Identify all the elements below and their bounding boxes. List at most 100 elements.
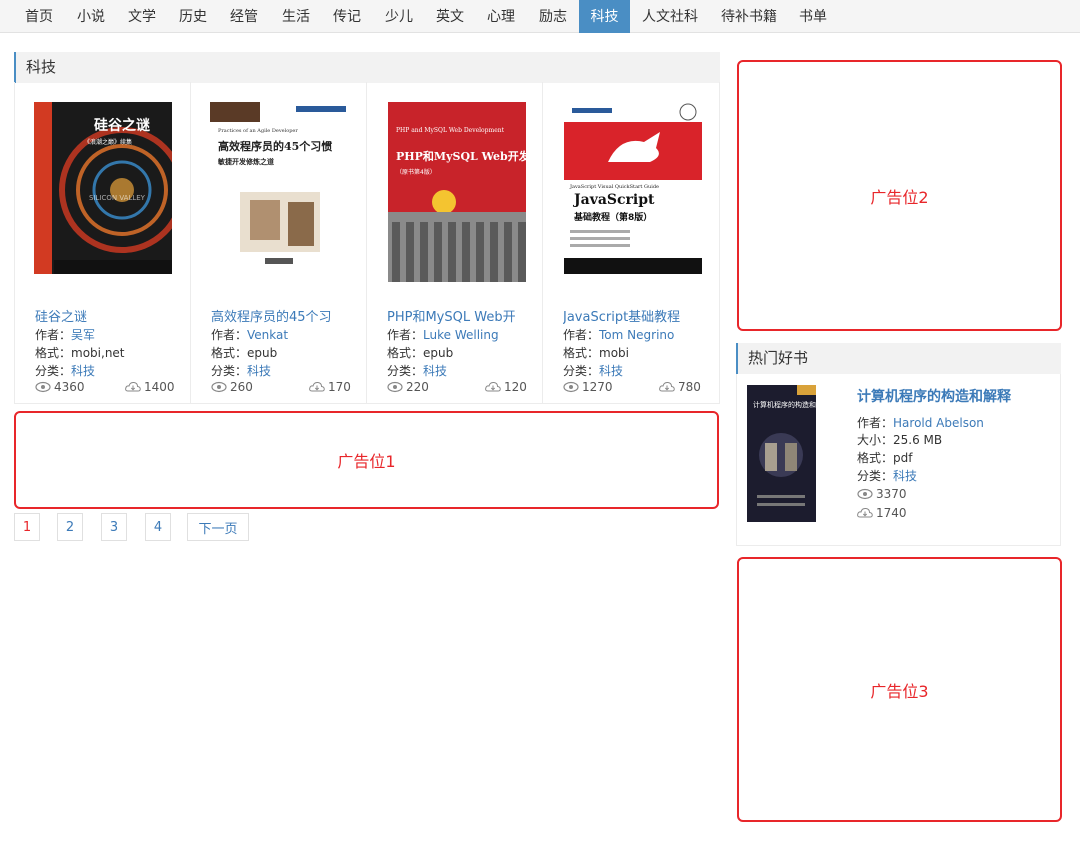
nav-item-booklists[interactable]: 书单 xyxy=(788,0,838,33)
author-label: 作者： xyxy=(35,328,72,342)
nav-item-history[interactable]: 历史 xyxy=(168,0,218,33)
book-title-link[interactable]: PHP和MySQL Web开 xyxy=(387,306,535,325)
nav-item-children[interactable]: 少儿 xyxy=(374,0,424,33)
eye-icon xyxy=(563,381,579,393)
eye-icon xyxy=(35,381,51,393)
nav-item-life[interactable]: 生活 xyxy=(271,0,321,33)
format-value: epub xyxy=(423,346,454,360)
hot-book-card: 计算机程序的构造和解释 计算机程序的构造和解释 作者：Harold Abelso… xyxy=(736,374,1061,546)
book-cover[interactable]: 硅谷之谜 《浪潮之巅》续集 SILICON VALLEY xyxy=(34,102,172,274)
views-count: 3370 xyxy=(857,487,907,501)
category-link[interactable]: 科技 xyxy=(247,364,271,378)
author-link[interactable]: Venkat xyxy=(247,328,288,342)
cover-extra: PHP and MySQL Web Development xyxy=(396,127,505,134)
category-link[interactable]: 科技 xyxy=(893,469,917,483)
author-label: 作者： xyxy=(857,416,894,430)
cloud-download-icon xyxy=(309,381,325,392)
cover-subtitle: 《浪潮之巅》续集 xyxy=(84,138,132,146)
author-link[interactable]: 吴军 xyxy=(71,328,95,342)
book-cover[interactable]: Practices of an Agile Developer 高效程序员的45… xyxy=(210,102,348,274)
nav-item-english[interactable]: 英文 xyxy=(425,0,475,33)
cover-subtitle: （原书第4版） xyxy=(396,168,436,176)
book-title-link[interactable]: 高效程序员的45个习 xyxy=(211,306,359,325)
nav-item-humanities[interactable]: 人文社科 xyxy=(634,0,706,33)
next-page-button[interactable]: 下一页 xyxy=(187,513,249,541)
author-link[interactable]: Harold Abelson xyxy=(893,416,984,430)
downloads-count: 120 xyxy=(485,380,527,394)
page-2-button[interactable]: 2 xyxy=(57,513,83,541)
nav-item-literature[interactable]: 文学 xyxy=(117,0,167,33)
category-label: 分类： xyxy=(563,364,600,378)
downloads-count: 1400 xyxy=(125,380,175,394)
cover-extra: SILICON VALLEY xyxy=(89,194,146,202)
views-count: 1270 xyxy=(563,380,613,394)
book-title-link[interactable]: JavaScript基础教程 xyxy=(563,306,711,325)
book-grid: 硅谷之谜 《浪潮之巅》续集 SILICON VALLEY 硅谷之谜 作者：吴军 … xyxy=(14,82,720,404)
page-4-button[interactable]: 4 xyxy=(145,513,171,541)
hot-book-cover[interactable]: 计算机程序的构造和解释 xyxy=(747,385,816,522)
nav-item-technology[interactable]: 科技 xyxy=(579,0,630,33)
format-value: mobi xyxy=(599,346,629,360)
format-label: 格式： xyxy=(35,346,72,360)
book-card: JavaScript Visual QuickStart Guide JavaS… xyxy=(543,82,719,403)
hot-books-title: 热门好书 xyxy=(736,343,1061,374)
cover-title: JavaScript xyxy=(572,192,655,208)
cover-extra: Practices of an Agile Developer xyxy=(218,128,298,134)
eye-icon xyxy=(211,381,227,393)
book-cover[interactable]: PHP and MySQL Web Development PHP和MySQL … xyxy=(388,102,526,282)
book-title-link[interactable]: 硅谷之谜 xyxy=(35,306,183,325)
cloud-download-icon xyxy=(125,381,141,392)
size-value: 25.6 MB xyxy=(893,433,943,447)
book-cover[interactable]: JavaScript Visual QuickStart Guide JavaS… xyxy=(564,102,702,274)
nav-item-fiction[interactable]: 小说 xyxy=(66,0,116,33)
cover-subtitle: 基础教程（第8版） xyxy=(573,211,652,223)
ad-slot-3[interactable]: 广告位3 xyxy=(737,557,1062,822)
book-card: PHP and MySQL Web Development PHP和MySQL … xyxy=(367,82,543,403)
category-link[interactable]: 科技 xyxy=(423,364,447,378)
ad-slot-label: 广告位2 xyxy=(870,187,929,207)
category-label: 分类： xyxy=(35,364,72,378)
ad-slot-label: 广告位1 xyxy=(337,452,396,471)
size-label: 大小： xyxy=(857,433,894,447)
top-navigation: 首页 小说 文学 历史 经管 生活 传记 少儿 英文 心理 励志 科技 人文社科… xyxy=(0,0,1080,33)
views-count: 220 xyxy=(387,380,429,394)
format-value: pdf xyxy=(893,451,913,465)
views-count: 4360 xyxy=(35,380,85,394)
cloud-download-icon xyxy=(659,381,675,392)
author-link[interactable]: Luke Welling xyxy=(423,328,499,342)
category-link[interactable]: 科技 xyxy=(71,364,95,378)
ad-slot-2[interactable]: 广告位2 xyxy=(737,60,1062,331)
page-3-button[interactable]: 3 xyxy=(101,513,127,541)
cover-subtitle: 敏捷开发修炼之道 xyxy=(217,157,274,166)
format-label: 格式： xyxy=(563,346,600,360)
format-value: mobi,net xyxy=(71,346,125,360)
nav-item-inspiration[interactable]: 励志 xyxy=(528,0,578,33)
format-label: 格式： xyxy=(857,451,894,465)
format-value: epub xyxy=(247,346,278,360)
category-label: 分类： xyxy=(387,364,424,378)
author-link[interactable]: Tom Negrino xyxy=(599,328,674,342)
nav-item-psychology[interactable]: 心理 xyxy=(476,0,526,33)
cover-title: PHP和MySQL Web开发 xyxy=(396,149,526,163)
ad-slot-label: 广告位3 xyxy=(870,681,929,701)
eye-icon xyxy=(857,488,873,500)
hot-cover-title: 计算机程序的构造和解释 xyxy=(753,400,816,409)
category-label: 分类： xyxy=(857,469,894,483)
nav-item-biography[interactable]: 传记 xyxy=(322,0,372,33)
eye-icon xyxy=(387,381,403,393)
downloads-count: 1740 xyxy=(857,506,907,520)
nav-item-pending-books[interactable]: 待补书籍 xyxy=(713,0,785,33)
downloads-count: 780 xyxy=(659,380,701,394)
hot-book-title-link[interactable]: 计算机程序的构造和解释 xyxy=(857,386,1011,406)
page-1-button[interactable]: 1 xyxy=(14,513,40,541)
author-label: 作者： xyxy=(563,328,600,342)
format-label: 格式： xyxy=(387,346,424,360)
book-card: 硅谷之谜 《浪潮之巅》续集 SILICON VALLEY 硅谷之谜 作者：吴军 … xyxy=(15,82,191,403)
nav-item-home[interactable]: 首页 xyxy=(14,0,64,33)
category-link[interactable]: 科技 xyxy=(599,364,623,378)
format-label: 格式： xyxy=(211,346,248,360)
ad-slot-1[interactable]: 广告位1 xyxy=(14,411,719,509)
author-label: 作者： xyxy=(211,328,248,342)
nav-item-business[interactable]: 经管 xyxy=(219,0,269,33)
category-label: 分类： xyxy=(211,364,248,378)
